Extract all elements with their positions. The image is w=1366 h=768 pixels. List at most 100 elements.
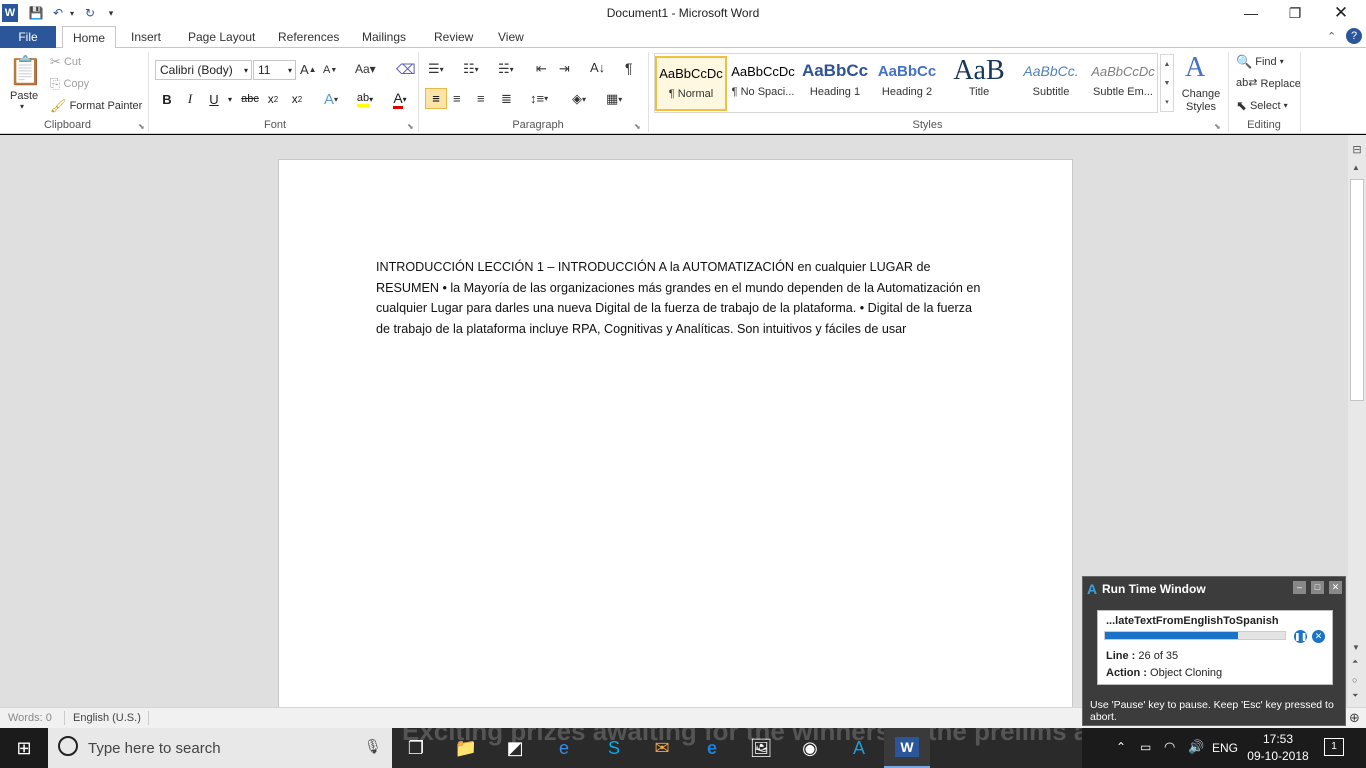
highlight-color-icon[interactable]: ab ▾	[350, 90, 380, 108]
find-button[interactable]: Find	[1255, 56, 1276, 68]
word-count[interactable]: Words: 0	[8, 712, 52, 724]
clipboard-launcher-icon[interactable]: ⬊	[138, 122, 145, 131]
font-size-select[interactable]: 11 ▾	[253, 60, 296, 80]
select-button[interactable]: Select	[1250, 100, 1281, 112]
zoom-in-icon[interactable]: ⊕	[1349, 710, 1360, 726]
tab-review[interactable]: Review	[424, 26, 483, 48]
style-subtle-emphasis[interactable]: AaBbCcDc Subtle Em...	[1087, 56, 1159, 111]
file-explorer-icon[interactable]: 📁	[450, 732, 482, 764]
tab-file[interactable]: File	[0, 26, 56, 48]
change-case-icon[interactable]: Aa▾	[355, 62, 376, 76]
style-heading-2[interactable]: AaBbCc Heading 2	[871, 56, 943, 111]
line-spacing-icon[interactable]: ↕≡ ▾	[530, 91, 548, 106]
bullets-icon[interactable]: ☰ ▾	[428, 61, 444, 77]
underline-icon[interactable]: U	[207, 90, 221, 108]
maximize-icon[interactable]: □	[1311, 581, 1324, 594]
minimize-icon[interactable]: –	[1293, 581, 1306, 594]
tab-page-layout[interactable]: Page Layout	[178, 26, 265, 48]
font-color-icon[interactable]: A ▾	[386, 90, 414, 109]
clock-time[interactable]: 17:53	[1248, 732, 1308, 746]
collapse-ribbon-icon[interactable]: ⌃	[1327, 30, 1336, 43]
increase-indent-icon[interactable]: ⇥	[559, 61, 570, 77]
clock-date[interactable]: 09-10-2018	[1243, 749, 1313, 763]
style-heading-1[interactable]: AaBbCc Heading 1	[799, 56, 871, 111]
sticky-notes-icon[interactable]: ◩	[499, 732, 531, 764]
search-box[interactable]: Type here to search 🎙	[48, 728, 392, 768]
borders-icon[interactable]: ▦ ▾	[606, 91, 622, 107]
scrollbar-thumb[interactable]	[1350, 179, 1364, 401]
align-center-icon[interactable]: ≡	[453, 91, 461, 106]
clear-formatting-icon[interactable]: ⌫	[396, 61, 416, 78]
internet-explorer-icon[interactable]: e	[548, 732, 580, 764]
subscript-icon[interactable]: x2	[265, 90, 281, 108]
vertical-scrollbar[interactable]: ⊟ ▲ ▼ ⏶ ○ ⏷	[1348, 135, 1366, 707]
decrease-indent-icon[interactable]: ⇤	[536, 61, 547, 77]
strikethrough-icon[interactable]: abc	[241, 90, 259, 108]
style-subtitle[interactable]: AaBbCc. Subtitle	[1015, 56, 1087, 111]
copy-button[interactable]: Copy	[63, 78, 89, 90]
volume-icon[interactable]: 🔊	[1188, 739, 1204, 755]
align-left-button[interactable]: ≡	[425, 88, 447, 109]
numbering-icon[interactable]: ☷ ▾	[463, 61, 479, 77]
tab-references[interactable]: References	[268, 26, 349, 48]
find-dropdown-icon[interactable]: ▾	[1280, 57, 1284, 66]
restore-icon[interactable]: ❐	[1272, 0, 1318, 26]
microphone-icon[interactable]: 🎙	[364, 738, 382, 755]
align-right-icon[interactable]: ≡	[477, 91, 485, 106]
tab-mailings[interactable]: Mailings	[352, 26, 416, 48]
text-effects-icon[interactable]: A ▾	[320, 90, 342, 108]
photos-icon[interactable]: 🖼	[745, 732, 777, 764]
close-icon[interactable]: ✕	[1329, 581, 1342, 594]
scroll-up-icon[interactable]: ▲	[1161, 55, 1173, 74]
format-painter-button[interactable]: Format Painter	[70, 100, 143, 112]
bold-icon[interactable]: B	[160, 90, 174, 108]
paragraph-launcher-icon[interactable]: ⬊	[634, 122, 641, 131]
font-launcher-icon[interactable]: ⬊	[407, 122, 414, 131]
automation-anywhere-icon[interactable]: A	[843, 732, 875, 764]
stop-icon[interactable]: ✕	[1312, 630, 1325, 643]
style-title[interactable]: AaB Title	[943, 56, 1015, 111]
browse-object-icon[interactable]: ○	[1352, 675, 1357, 685]
show-formatting-icon[interactable]: ¶	[625, 60, 633, 76]
superscript-icon[interactable]: x2	[289, 90, 305, 108]
scroll-down-icon[interactable]: ▼	[1161, 74, 1173, 93]
document-page[interactable]: INTRODUCCIÓN LECCIÓN 1 – INTRODUCCIÓN A …	[278, 159, 1073, 719]
shrink-font-icon[interactable]: A ▼	[323, 64, 337, 76]
underline-dropdown-icon[interactable]: ▾	[226, 90, 234, 108]
cut-button[interactable]: Cut	[64, 56, 81, 68]
multilevel-list-icon[interactable]: ☵ ▾	[498, 61, 514, 77]
tab-home[interactable]: Home	[62, 26, 117, 49]
pause-icon[interactable]: ❚❚	[1294, 630, 1307, 643]
windows-start-icon[interactable]: ⊞	[8, 732, 40, 764]
scroll-down-icon[interactable]: ▼	[1352, 643, 1360, 652]
italic-icon[interactable]: I	[183, 90, 197, 108]
wifi-icon[interactable]: ◠	[1164, 739, 1175, 755]
style-no-spacing[interactable]: AaBbCcDc ¶ No Spaci...	[727, 56, 799, 111]
paste-dropdown-icon[interactable]: ▾	[20, 102, 24, 111]
next-page-icon[interactable]: ⏷	[1352, 691, 1358, 701]
battery-icon[interactable]: ▭	[1140, 740, 1151, 754]
minimize-icon[interactable]: —	[1228, 0, 1274, 26]
change-styles-button[interactable]: Change Styles	[1178, 88, 1224, 114]
more-styles-icon[interactable]: ▾	[1161, 93, 1173, 112]
justify-icon[interactable]: ≣	[501, 91, 512, 107]
close-icon[interactable]: ✕	[1318, 0, 1364, 26]
grow-font-icon[interactable]: A ▲	[300, 62, 317, 77]
style-normal[interactable]: AaBbCcDc ¶ Normal	[655, 56, 727, 111]
styles-launcher-icon[interactable]: ⬊	[1214, 122, 1221, 131]
task-view-icon[interactable]: ❐	[400, 732, 432, 764]
edge-icon[interactable]: e	[696, 732, 728, 764]
tab-insert[interactable]: Insert	[121, 26, 171, 48]
document-body[interactable]: INTRODUCCIÓN LECCIÓN 1 – INTRODUCCIÓN A …	[376, 257, 986, 339]
skype-icon[interactable]: S	[598, 732, 630, 764]
language-indicator[interactable]: English (U.S.)	[73, 712, 141, 724]
previous-page-icon[interactable]: ⏶	[1352, 657, 1358, 667]
styles-scroll[interactable]: ▲ ▼ ▾	[1160, 54, 1174, 112]
shading-icon[interactable]: ◈ ▾	[572, 91, 586, 107]
word-taskbar-button[interactable]: W	[884, 728, 930, 768]
scroll-up-icon[interactable]: ▲	[1352, 163, 1360, 172]
paste-icon[interactable]: 📋	[8, 54, 43, 88]
select-dropdown-icon[interactable]: ▾	[1284, 101, 1288, 110]
help-icon[interactable]: ?	[1346, 28, 1362, 44]
paste-button[interactable]: Paste	[10, 90, 38, 102]
